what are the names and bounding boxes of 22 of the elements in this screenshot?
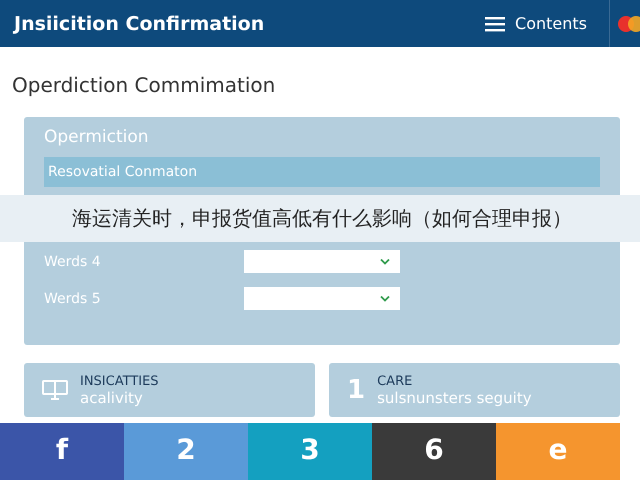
contents-button[interactable]: Contents bbox=[481, 14, 591, 33]
dropdown-field[interactable] bbox=[244, 287, 400, 310]
card-heading: INSICATTIES bbox=[80, 374, 159, 388]
circles-logo-icon bbox=[618, 14, 640, 32]
social-tile[interactable]: f bbox=[0, 423, 124, 480]
chevron-down-icon bbox=[380, 295, 390, 302]
card-heading: CARE bbox=[377, 374, 414, 388]
field-label: Werds 4 bbox=[44, 254, 102, 270]
card-title: Opermiction bbox=[44, 127, 150, 147]
card-subtitle: sulsnunsters seguity bbox=[377, 388, 532, 406]
monitor-icon bbox=[42, 380, 68, 400]
social-tile[interactable]: 6 bbox=[372, 423, 496, 480]
card-subtitle: acalivity bbox=[80, 388, 144, 406]
card-number: 1 bbox=[347, 375, 366, 405]
chevron-down-icon bbox=[380, 258, 390, 265]
dropdown-field[interactable] bbox=[244, 250, 400, 273]
field-label: Werds 5 bbox=[44, 290, 102, 306]
menu-icon bbox=[485, 16, 506, 32]
section-bar: Resovatial Conmaton bbox=[44, 157, 600, 187]
caption-banner: 海运清关时，申报货值高低有什么影响（如何合理申报） bbox=[0, 195, 640, 242]
app-title: Jnsiicition Confirmation bbox=[14, 12, 266, 34]
page-title: Operdiction Commimation bbox=[12, 73, 276, 97]
